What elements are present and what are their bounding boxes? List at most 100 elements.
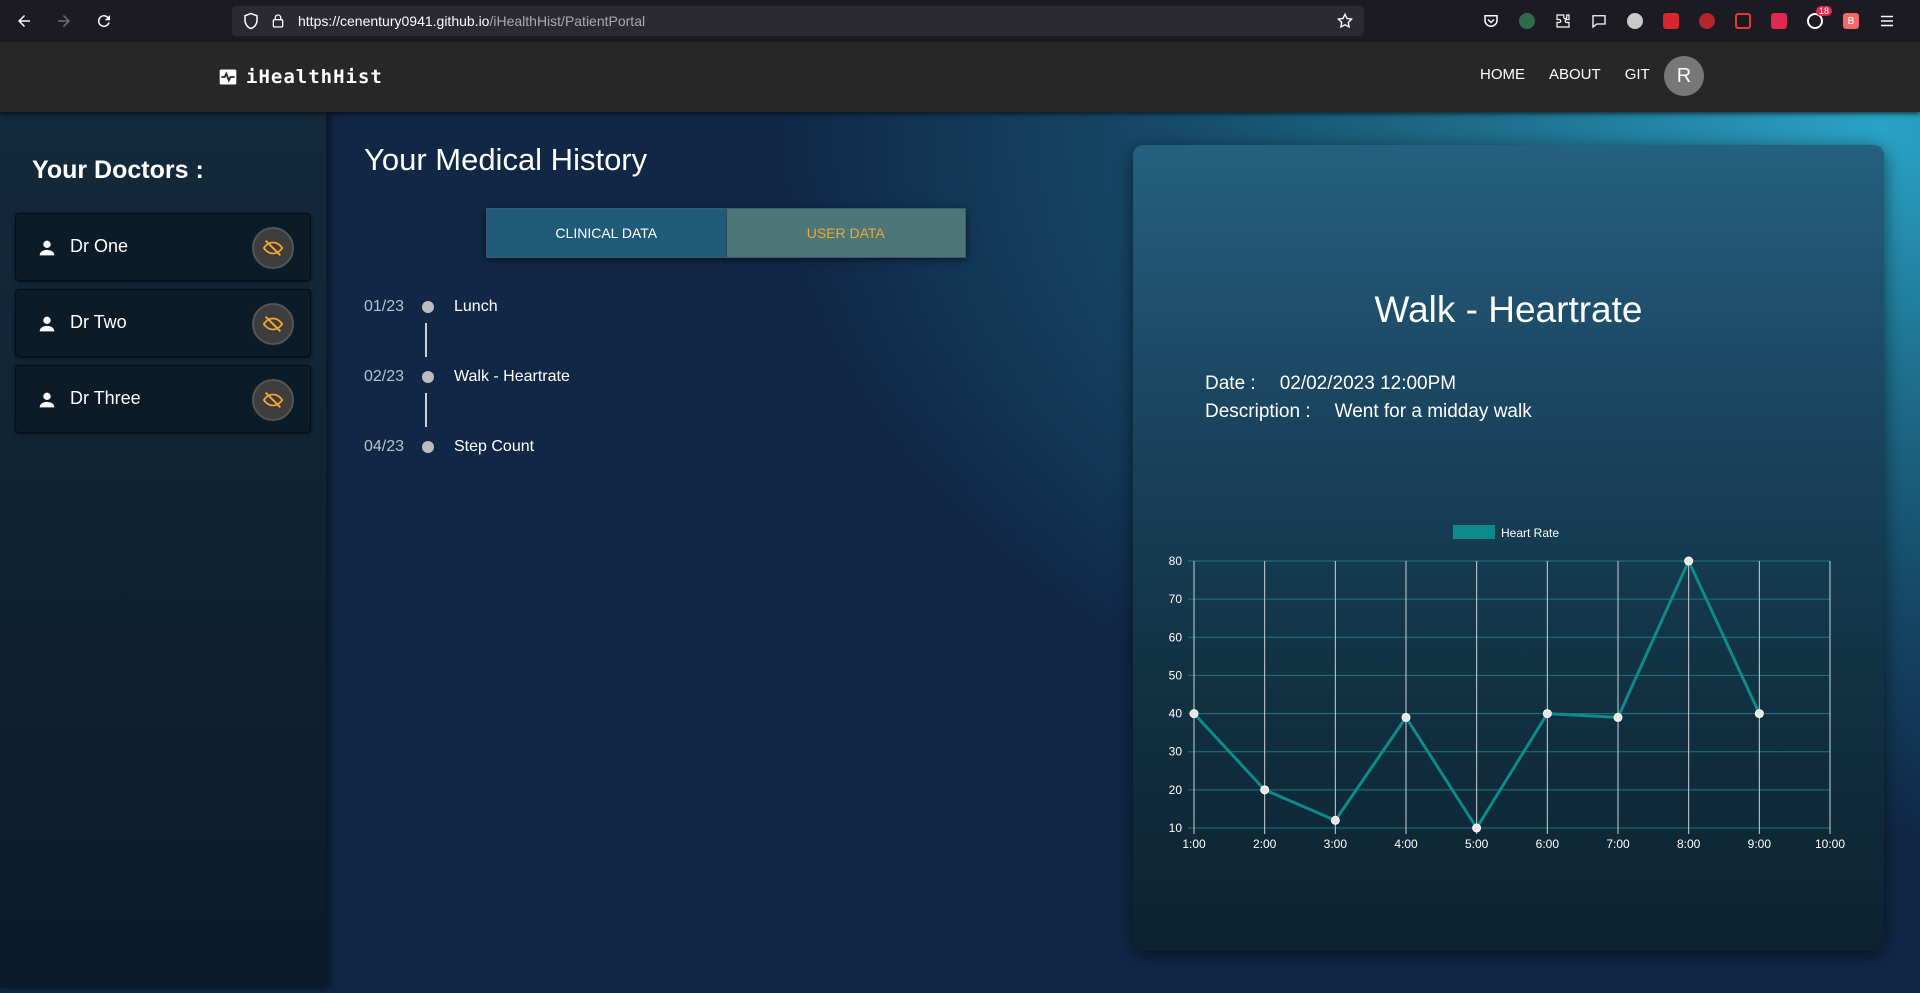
extension-red-icon[interactable] — [1660, 10, 1682, 32]
extensions-puzzle-icon[interactable] — [1552, 10, 1574, 32]
timeline-dot — [422, 371, 434, 383]
y-tick-label: 20 — [1169, 783, 1183, 797]
data-point — [1613, 712, 1623, 722]
data-tabs: CLINICAL DATA USER DATA — [486, 208, 966, 258]
timeline-label: Step Count — [454, 438, 535, 455]
timeline-connector — [425, 323, 427, 357]
doctor-name: Dr Two — [70, 312, 127, 332]
data-point — [1401, 712, 1411, 722]
reload-icon — [97, 15, 110, 28]
avatar[interactable]: R — [1664, 56, 1704, 96]
y-tick-label: 50 — [1169, 668, 1183, 682]
extension-badge-count: 18 — [1815, 6, 1832, 16]
reload-button[interactable] — [84, 0, 124, 42]
x-tick-label: 1:00 — [1182, 837, 1206, 851]
x-tick-label: 3:00 — [1324, 837, 1348, 851]
access-toggle-button[interactable] — [252, 303, 294, 345]
timeline-item[interactable]: 02/23 Walk - Heartrate — [364, 368, 570, 386]
data-point — [1330, 815, 1340, 825]
extensions-tray: 18 B — [1480, 6, 1898, 32]
timeline-label: Walk - Heartrate — [454, 368, 570, 385]
entry-detail-card: Walk - Heartrate Date :02/02/2023 12:00P… — [1133, 145, 1884, 951]
data-point — [1684, 556, 1694, 566]
timeline-item[interactable]: 01/23 Lunch — [364, 298, 498, 316]
page-title: Your Medical History — [364, 142, 648, 177]
x-tick-label: 7:00 — [1606, 837, 1630, 851]
back-arrow-icon — [18, 15, 30, 27]
forward-button[interactable] — [44, 0, 84, 42]
chat-bubble-icon[interactable] — [1588, 10, 1610, 32]
doctor-card[interactable]: Dr Three — [15, 365, 311, 433]
url-bar[interactable]: https://cenentury0941.github.io/iHealthH… — [232, 6, 1364, 36]
data-point — [1472, 823, 1482, 833]
tab-clinical-data[interactable]: CLINICAL DATA — [487, 209, 726, 257]
x-tick-label: 8:00 — [1677, 837, 1701, 851]
x-tick-label: 2:00 — [1253, 837, 1277, 851]
extension-red-window-icon[interactable] — [1732, 10, 1754, 32]
menu-hamburger-icon[interactable] — [1876, 10, 1898, 32]
x-tick-label: 5:00 — [1465, 837, 1489, 851]
data-point — [1542, 709, 1552, 719]
y-tick-label: 40 — [1169, 707, 1183, 721]
doctor-name: Dr One — [70, 236, 129, 256]
nav-home[interactable]: HOME — [1480, 66, 1525, 83]
extension-badge-icon[interactable]: 18 — [1804, 6, 1832, 32]
x-tick-label: 9:00 — [1748, 837, 1772, 851]
browser-toolbar: https://cenentury0941.github.io/iHealthH… — [0, 0, 1920, 42]
url-text[interactable]: https://cenentury0941.github.io/iHealthH… — [298, 13, 645, 29]
brand[interactable]: iHealthHist — [218, 66, 383, 88]
doctors-sidebar: Your Doctors : Dr One Dr Two Dr Three — [0, 112, 326, 988]
extension-b-icon[interactable]: B — [1840, 10, 1862, 32]
x-tick-label: 6:00 — [1536, 837, 1560, 851]
visibility-off-icon — [262, 315, 284, 333]
heart-monitor-icon — [219, 69, 237, 85]
extension-gray-icon[interactable] — [1624, 10, 1646, 32]
data-point — [1754, 709, 1764, 719]
doctor-card[interactable]: Dr One — [15, 213, 311, 281]
person-icon — [39, 316, 55, 332]
legend-label: Heart Rate — [1501, 526, 1559, 540]
pocket-icon[interactable] — [1480, 10, 1502, 32]
timeline-dot — [422, 441, 434, 453]
y-tick-label: 80 — [1169, 554, 1183, 568]
access-toggle-button[interactable] — [252, 379, 294, 421]
y-tick-label: 10 — [1169, 821, 1183, 835]
data-point — [1260, 785, 1270, 795]
y-tick-label: 30 — [1169, 745, 1183, 759]
legend-swatch — [1453, 525, 1495, 539]
timeline-connector — [425, 393, 427, 427]
brand-name: iHealthHist — [246, 66, 383, 88]
access-toggle-button[interactable] — [252, 227, 294, 269]
timeline-date: 02/23 — [364, 368, 405, 385]
visibility-off-icon — [262, 391, 284, 409]
nav-about[interactable]: ABOUT — [1549, 66, 1601, 83]
visibility-off-icon — [262, 239, 284, 257]
y-tick-label: 70 — [1169, 592, 1183, 606]
app-header: iHealthHist HOME ABOUT GIT R — [0, 42, 1920, 112]
nav-git[interactable]: GIT — [1625, 66, 1650, 83]
doctor-name: Dr Three — [70, 388, 141, 408]
y-tick-label: 60 — [1169, 630, 1183, 644]
main-nav: HOME ABOUT GIT — [1480, 66, 1650, 83]
timeline-date: 04/23 — [364, 438, 405, 455]
back-button[interactable] — [4, 0, 44, 42]
lock-icon[interactable] — [270, 13, 286, 29]
doctor-card[interactable]: Dr Two — [15, 289, 311, 357]
extension-red-circle-icon[interactable] — [1696, 10, 1718, 32]
sidebar-title: Your Doctors : — [32, 156, 204, 184]
tab-user-data[interactable]: USER DATA — [725, 209, 965, 257]
url-host: https://cenentury0941.github.io — [298, 13, 490, 29]
timeline-dot — [422, 301, 434, 313]
bookmark-star-icon[interactable] — [1336, 12, 1354, 30]
extension-green-icon[interactable] — [1516, 10, 1538, 32]
forward-arrow-icon — [58, 15, 70, 27]
extension-red-lock-icon[interactable] — [1768, 10, 1790, 32]
person-icon — [39, 392, 55, 408]
page-content: Your Doctors : Dr One Dr Two Dr Three Yo… — [0, 112, 1920, 993]
shield-icon[interactable] — [242, 12, 260, 30]
heart-rate-chart: 10 20 30 40 50 60 70 80 1:00 2:00 3:00 4:00 5:00 6:00… — [1169, 525, 1845, 851]
timeline-label: Lunch — [454, 298, 498, 315]
timeline-item[interactable]: 04/23 Step Count — [364, 438, 534, 456]
person-icon — [39, 240, 55, 256]
x-tick-label: 4:00 — [1394, 837, 1418, 851]
